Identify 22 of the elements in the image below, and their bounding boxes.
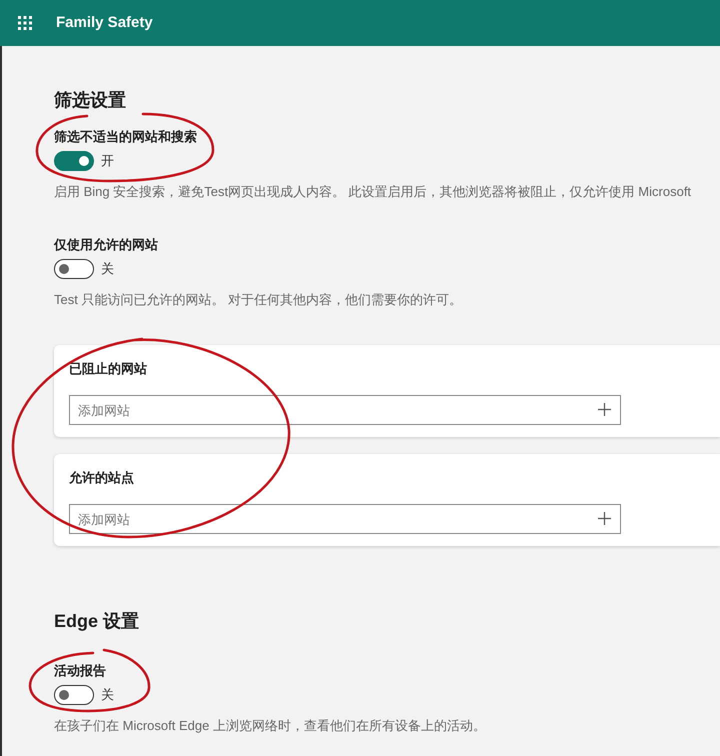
add-site-field[interactable]: 添加网站	[69, 395, 621, 425]
plus-icon[interactable]	[598, 403, 611, 416]
toggle-switch[interactable]	[54, 259, 94, 279]
toggle-switch[interactable]	[54, 151, 94, 171]
setting-label: 仅使用允许的网站	[54, 236, 158, 254]
app-launcher-icon[interactable]	[18, 16, 32, 30]
toggle-switch[interactable]	[54, 685, 94, 705]
setting-description: 在孩子们在 Microsoft Edge 上浏览网络时，查看他们在所有设备上的活动。	[54, 717, 486, 735]
setting-label: 筛选不适当的网站和搜索	[54, 128, 197, 146]
toggle-state-label: 开	[101, 152, 114, 170]
add-site-field[interactable]: 添加网站	[69, 504, 621, 534]
card-title: 允许的站点	[69, 469, 134, 487]
section-title: Edge 设置	[54, 610, 140, 633]
setting-label: 活动报告	[54, 662, 106, 680]
card-title: 已阻止的网站	[69, 360, 147, 378]
toggle-state-label: 关	[101, 686, 114, 704]
setting-description: 启用 Bing 安全搜索，避免Test网页出现成人内容。 此设置启用后，其他浏览器将被阻止，仅允许使用 Microsoft	[54, 183, 692, 201]
section-title: 筛选设置	[54, 89, 126, 112]
toggle-state-label: 关	[101, 260, 114, 278]
app-title: Family Safety	[56, 12, 153, 33]
plus-icon[interactable]	[598, 512, 611, 525]
setting-description: Test 只能访问已允许的网站。 对于任何其他内容，他们需要你的许可。	[54, 291, 462, 309]
